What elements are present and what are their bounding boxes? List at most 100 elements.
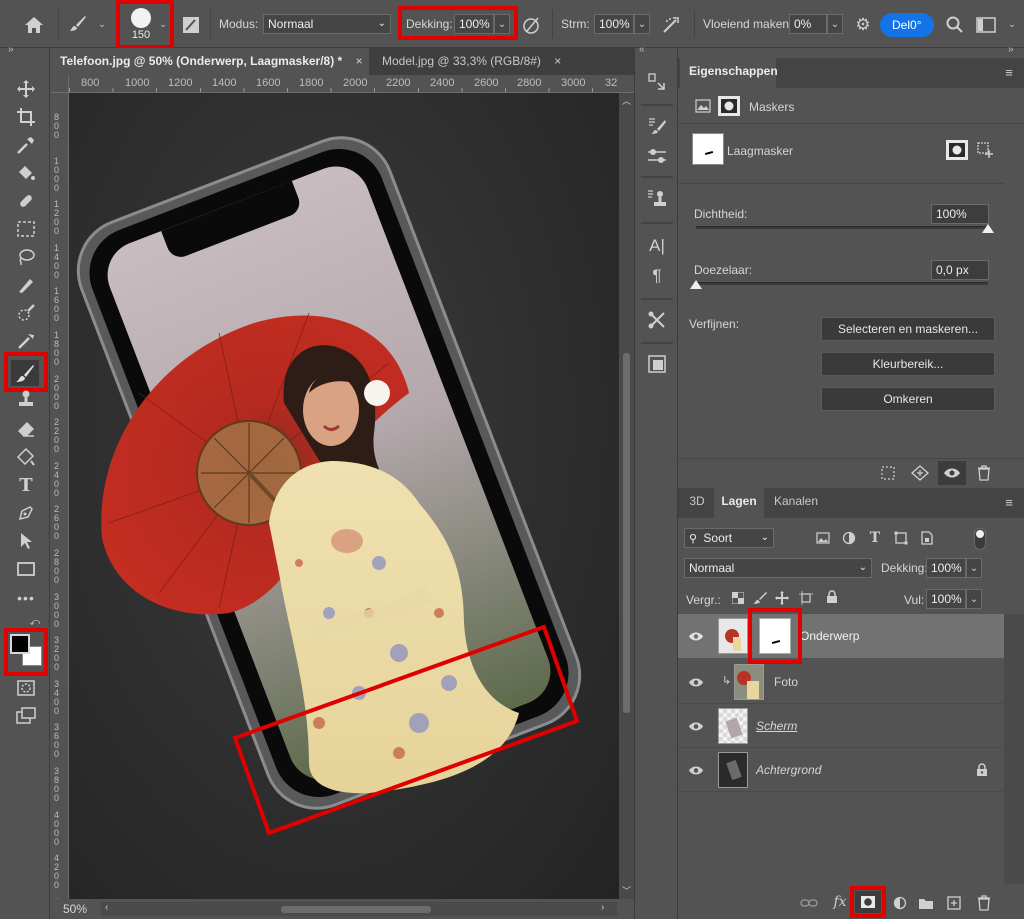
chevron-down-icon[interactable]: ⌄ — [96, 18, 108, 30]
horizontal-scrollbar[interactable]: ‹ › — [101, 902, 617, 916]
screen-mode-icon[interactable] — [13, 706, 39, 726]
gradient-tool-icon[interactable] — [13, 446, 39, 468]
eye-icon[interactable] — [938, 461, 966, 485]
eye-icon[interactable] — [686, 672, 706, 692]
vertical-ruler[interactable]: 800 1000 1200 1400 1600 1800 2000 2200 2400 2600 2… — [51, 93, 69, 899]
adjustment-layer-icon[interactable] — [890, 893, 910, 913]
layermask-thumbnail[interactable] — [692, 133, 724, 165]
collapse-arrows[interactable]: » — [1008, 44, 1014, 55]
color-range-button[interactable]: Kleurbereik... — [821, 352, 995, 376]
home-icon[interactable] — [20, 12, 48, 38]
tab-eigenschappen[interactable]: Eigenschappen — [680, 58, 778, 88]
doezelaar-slider-track[interactable] — [690, 280, 988, 289]
pen-tool-icon[interactable] — [13, 502, 39, 524]
lock-artboard-icon[interactable] — [798, 590, 814, 606]
eye-icon[interactable] — [686, 626, 706, 646]
collapse-arrows[interactable]: « — [639, 44, 645, 55]
vloeiend-input[interactable]: 0% — [789, 14, 827, 34]
gear-icon[interactable]: ⚙ — [852, 14, 874, 36]
stamp-tool-icon[interactable] — [13, 388, 39, 410]
tab-model[interactable]: Model.jpg @ 33,3% (RGB/8#) × — [371, 48, 631, 75]
history-icon[interactable] — [643, 70, 671, 94]
zoom-level[interactable]: 50% — [63, 902, 87, 916]
filter-toggle[interactable] — [974, 528, 986, 550]
select-and-mask-button[interactable]: Selecteren en maskeren... — [821, 317, 995, 341]
chevron-down-icon[interactable]: ⌄ — [966, 558, 982, 578]
panel-menu-icon[interactable]: ≡ — [1000, 62, 1018, 82]
layer-row-onderwerp[interactable]: Onderwerp — [678, 614, 1004, 658]
brush-settings-panel-icon[interactable] — [180, 14, 202, 36]
color-sampler-tool-icon[interactable] — [13, 330, 39, 352]
layer-name[interactable]: Onderwerp — [800, 629, 859, 643]
search-icon[interactable] — [944, 14, 966, 36]
scrollbar-thumb[interactable] — [281, 906, 431, 913]
lock-pixels-icon[interactable] — [752, 590, 768, 606]
layer-name[interactable]: Scherm — [756, 719, 797, 733]
clone-source-icon[interactable] — [643, 186, 671, 212]
paragraph-icon[interactable]: ¶ — [643, 264, 671, 288]
layer-name[interactable]: Achtergrond — [756, 763, 821, 777]
bandage-tool-icon[interactable] — [13, 190, 39, 212]
marquee-tool-icon[interactable] — [13, 218, 39, 240]
lock-transparent-icon[interactable] — [730, 590, 746, 606]
dichtheid-input[interactable]: 100% — [931, 204, 989, 224]
brush-presets-icon[interactable] — [643, 114, 671, 138]
eye-icon[interactable] — [686, 716, 706, 736]
airbrush-icon[interactable] — [660, 14, 682, 36]
filter-type-icon[interactable]: T — [866, 529, 884, 547]
filter-adjustment-icon[interactable] — [840, 529, 858, 547]
crop-tool-icon[interactable] — [13, 106, 39, 128]
layer-row-achtergrond[interactable]: Achtergrond — [678, 748, 1004, 792]
vul-input[interactable]: 100% — [926, 589, 966, 609]
layer-filter-select[interactable]: ⚲ Soort ⌄ — [684, 528, 774, 548]
chevron-left-icon[interactable]: ‹ — [105, 902, 108, 913]
scrollbar-thumb[interactable] — [623, 353, 630, 713]
blend-mode-select[interactable]: Normaal ⌄ — [684, 558, 872, 578]
more-tools-icon[interactable]: ••• — [13, 588, 39, 608]
close-icon[interactable]: × — [554, 54, 561, 68]
canvas-area[interactable] — [69, 93, 619, 899]
load-selection-icon[interactable] — [878, 464, 898, 482]
strm-input[interactable]: 100% — [594, 14, 634, 34]
pressure-opacity-icon[interactable] — [520, 14, 542, 36]
filter-pixel-icon[interactable] — [814, 529, 832, 547]
filter-shape-icon[interactable] — [892, 529, 910, 547]
pen-nib-tool-icon[interactable] — [13, 274, 39, 296]
brush-settings-icon[interactable] — [643, 144, 671, 168]
panel-scrollbar[interactable] — [1004, 614, 1024, 884]
trash-icon[interactable] — [974, 464, 994, 482]
chevron-down-icon[interactable]: ⌄ — [966, 589, 982, 609]
dichtheid-slider-track[interactable] — [696, 224, 994, 233]
brush-tool-preset-icon[interactable] — [66, 12, 90, 36]
folder-icon[interactable] — [916, 893, 936, 913]
quick-mask-icon[interactable] — [13, 678, 39, 698]
modus-select[interactable]: Normaal ⌄ — [263, 14, 391, 34]
vertical-scrollbar[interactable]: ︿ ﹀ — [619, 93, 634, 899]
lock-position-icon[interactable] — [774, 590, 790, 606]
doezelaar-slider-thumb[interactable] — [690, 280, 702, 289]
artboards-icon[interactable] — [643, 352, 671, 376]
collapse-arrows[interactable]: » — [8, 44, 14, 55]
eraser-tool-icon[interactable] — [13, 418, 39, 440]
doezelaar-input[interactable]: 0,0 px — [931, 260, 989, 280]
chevron-right-icon[interactable]: › — [601, 902, 604, 913]
chevron-down-icon[interactable]: ⌄ — [1006, 18, 1018, 30]
horizontal-ruler[interactable]: 800 1000 1200 1400 1600 1800 2000 2200 2… — [69, 75, 634, 93]
move-tool-icon[interactable] — [13, 78, 39, 100]
filter-smart-object-icon[interactable] — [918, 529, 936, 547]
workspace-icon[interactable] — [974, 14, 998, 36]
link-layers-icon[interactable] — [798, 894, 820, 912]
eyedropper-tool-icon[interactable] — [13, 134, 39, 156]
tab-lagen[interactable]: Lagen — [714, 488, 764, 518]
panel-menu-icon[interactable]: ≡ — [1000, 492, 1018, 512]
fill-tool-icon[interactable] — [13, 162, 39, 184]
fx-icon[interactable]: fx — [828, 892, 852, 912]
chevron-down-icon[interactable]: ﹀ — [619, 883, 634, 897]
layer-row-foto[interactable]: ↳ Foto — [678, 660, 1004, 704]
lasso-tool-icon[interactable] — [13, 246, 39, 268]
new-layer-icon[interactable] — [944, 893, 964, 913]
type-tool-icon[interactable]: T — [13, 474, 39, 496]
eye-icon[interactable] — [686, 760, 706, 780]
trash-icon[interactable] — [974, 893, 994, 913]
tool-presets-icon[interactable] — [643, 308, 671, 332]
